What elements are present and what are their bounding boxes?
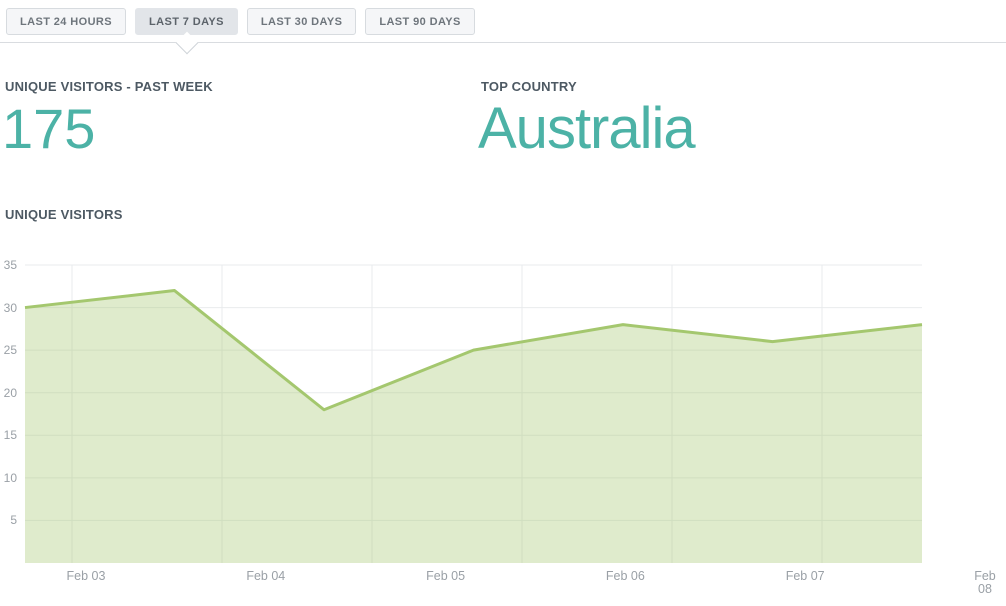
stat-value-top-country: Australia: [478, 100, 695, 158]
area-fill: [25, 291, 922, 563]
x-axis-tick-label: Feb 07: [775, 570, 835, 583]
x-axis-tick-label: Feb 04: [236, 570, 296, 583]
y-axis-tick-label: 30: [0, 301, 17, 315]
analytics-dashboard: LAST 24 HOURS LAST 7 DAYS LAST 30 DAYS L…: [0, 0, 1006, 606]
time-range-tabbar: LAST 24 HOURS LAST 7 DAYS LAST 30 DAYS L…: [6, 8, 475, 35]
y-axis-tick-label: 15: [0, 428, 17, 442]
x-axis-tick-label: Feb 08: [970, 570, 1000, 596]
chart-title: UNIQUE VISITORS: [5, 207, 123, 222]
stat-label-unique-visitors: UNIQUE VISITORS - PAST WEEK: [5, 79, 213, 94]
y-axis-tick-label: 5: [0, 513, 17, 527]
y-axis-tick-label: 10: [0, 471, 17, 485]
y-axis-tick-label: 35: [0, 258, 17, 272]
x-axis-tick-label: Feb 03: [56, 570, 116, 583]
chart-canvas: [0, 255, 1006, 575]
x-axis-tick-label: Feb 05: [416, 570, 476, 583]
tabbar-divider: [0, 42, 1006, 43]
x-axis-tick-label: Feb 06: [595, 570, 655, 583]
selected-tab-caret-icon: [175, 32, 198, 55]
stat-value-unique-visitors: 175: [2, 101, 95, 157]
stat-label-top-country: TOP COUNTRY: [481, 79, 577, 94]
y-axis-tick-label: 25: [0, 343, 17, 357]
y-axis-tick-label: 20: [0, 386, 17, 400]
unique-visitors-area-chart: 35 30 25 20 15 10 5 Feb 03 Feb 04 Feb 05 Feb 06 Feb…: [0, 255, 1006, 605]
tab-last-24-hours[interactable]: LAST 24 HOURS: [6, 8, 126, 35]
tab-last-90-days[interactable]: LAST 90 DAYS: [365, 8, 474, 35]
tab-last-30-days[interactable]: LAST 30 DAYS: [247, 8, 356, 35]
